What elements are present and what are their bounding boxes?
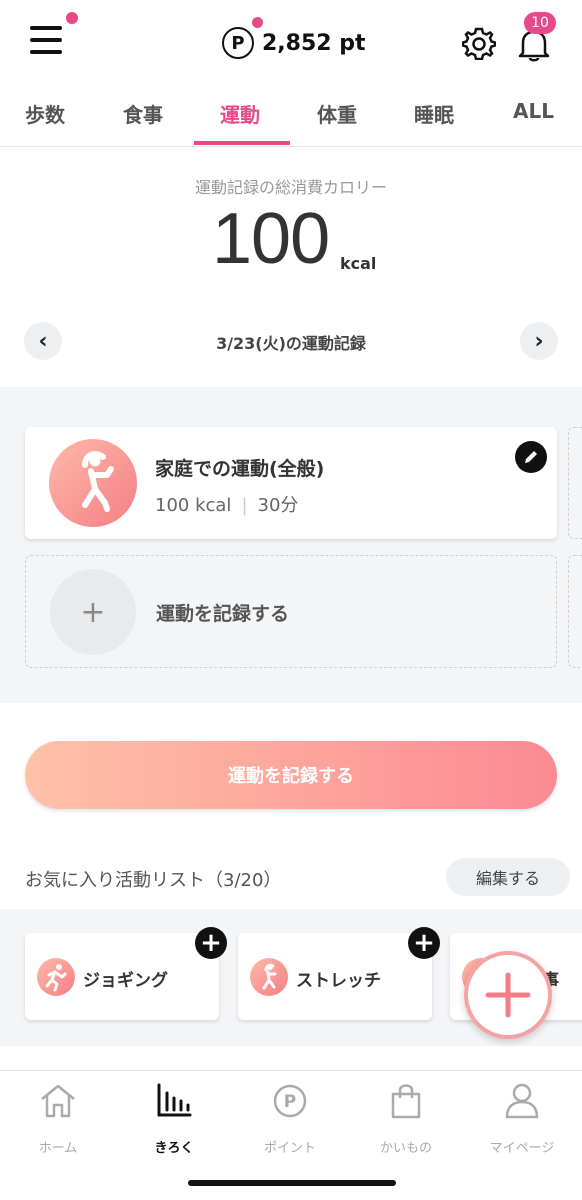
nav-records[interactable]: きろく bbox=[116, 1081, 232, 1161]
favorite-item-stretch[interactable]: ストレッチ + bbox=[238, 927, 440, 1020]
menu-bar bbox=[30, 50, 62, 54]
category-tabs: 歩数 食事 運動 体重 睡眠 ALL bbox=[0, 85, 582, 147]
nav-label: かいもの bbox=[379, 1141, 432, 1156]
nav-label: ポイント bbox=[263, 1141, 316, 1156]
tab-all[interactable]: ALL bbox=[513, 99, 554, 123]
running-icon bbox=[37, 958, 75, 996]
plus-icon bbox=[485, 972, 531, 1018]
menu-bar bbox=[30, 38, 62, 42]
svg-text:P: P bbox=[284, 1092, 296, 1112]
tab-meals[interactable]: 食事 bbox=[123, 99, 163, 128]
menu-bar bbox=[30, 26, 62, 30]
exercise-meta: 100 kcal | 30分 bbox=[155, 491, 298, 517]
nav-points[interactable]: P ポイント bbox=[232, 1081, 348, 1161]
active-tab-indicator bbox=[194, 141, 290, 145]
nav-home[interactable]: ホーム bbox=[0, 1081, 116, 1161]
exercise-record-area: 家庭での運動(全般) 100 kcal | 30分 + 運動を記録する bbox=[0, 387, 582, 703]
next-card-peek bbox=[568, 427, 582, 539]
points-notification-dot bbox=[252, 17, 263, 28]
nav-label: ホーム bbox=[38, 1141, 78, 1156]
nav-label: マイページ bbox=[489, 1141, 555, 1156]
exercise-calories: 100 kcal bbox=[155, 495, 232, 516]
point-symbol: P bbox=[231, 32, 245, 54]
total-calories-value: 100 bbox=[212, 199, 330, 279]
exercise-person-icon bbox=[49, 439, 137, 527]
exercise-duration: 30分 bbox=[257, 495, 299, 516]
point-icon: P bbox=[222, 17, 263, 59]
total-calories-unit: kcal bbox=[340, 254, 377, 273]
home-icon bbox=[41, 1084, 75, 1118]
header: P 2,852 pt 10 bbox=[0, 0, 582, 85]
date-label: 3/23(火)の運動記録 bbox=[216, 334, 366, 353]
plus-icon[interactable]: + bbox=[408, 927, 440, 959]
exercise-title: 家庭での運動(全般) bbox=[155, 458, 325, 480]
exercise-record-card[interactable]: 家庭での運動(全般) 100 kcal | 30分 bbox=[25, 427, 557, 539]
gear-icon[interactable] bbox=[461, 26, 497, 61]
favorite-label: ジョギング bbox=[83, 971, 168, 991]
points-value: 2,852 pt bbox=[262, 30, 366, 56]
points-display[interactable]: P 2,852 pt bbox=[222, 17, 366, 60]
menu-button[interactable] bbox=[28, 12, 78, 58]
home-indicator bbox=[188, 1180, 396, 1186]
add-exercise-label: 運動を記録する bbox=[156, 603, 290, 625]
meta-separator: | bbox=[241, 495, 248, 516]
tab-weight[interactable]: 体重 bbox=[317, 99, 357, 128]
floating-add-button[interactable] bbox=[464, 951, 552, 1039]
plus-icon: + bbox=[50, 569, 136, 655]
favorites-title: お気に入り活動リスト（3/20） bbox=[25, 870, 282, 891]
favorite-label: ストレッチ bbox=[296, 971, 381, 991]
nav-label: きろく bbox=[154, 1141, 194, 1156]
plus-icon[interactable]: + bbox=[195, 927, 227, 959]
pencil-icon[interactable] bbox=[515, 441, 547, 473]
shopping-bag-icon bbox=[391, 1084, 421, 1119]
notification-badge: 10 bbox=[524, 12, 556, 34]
tab-steps[interactable]: 歩数 bbox=[25, 99, 65, 128]
favorites-edit-button[interactable]: 編集する bbox=[446, 858, 570, 896]
record-exercise-button[interactable]: 運動を記録する bbox=[25, 741, 557, 809]
menu-notification-dot bbox=[66, 12, 78, 24]
user-icon bbox=[505, 1083, 539, 1119]
favorite-item-jogging[interactable]: ジョギング + bbox=[25, 927, 227, 1020]
next-add-card-peek bbox=[568, 555, 582, 668]
stretch-icon bbox=[250, 958, 288, 996]
tab-exercise[interactable]: 運動 bbox=[220, 99, 260, 128]
total-calories-label: 運動記録の総消費カロリー bbox=[194, 178, 387, 197]
nav-shopping[interactable]: かいもの bbox=[348, 1081, 464, 1161]
point-icon: P bbox=[273, 1084, 307, 1118]
tab-sleep[interactable]: 睡眠 bbox=[414, 99, 454, 128]
chevron-right-icon[interactable]: › bbox=[520, 322, 558, 360]
add-exercise-card[interactable]: + 運動を記録する bbox=[25, 555, 557, 668]
chart-icon bbox=[157, 1083, 192, 1117]
nav-mypage[interactable]: マイページ bbox=[464, 1081, 580, 1161]
date-navigation: ‹ 3/23(火)の運動記録 › bbox=[24, 320, 558, 360]
